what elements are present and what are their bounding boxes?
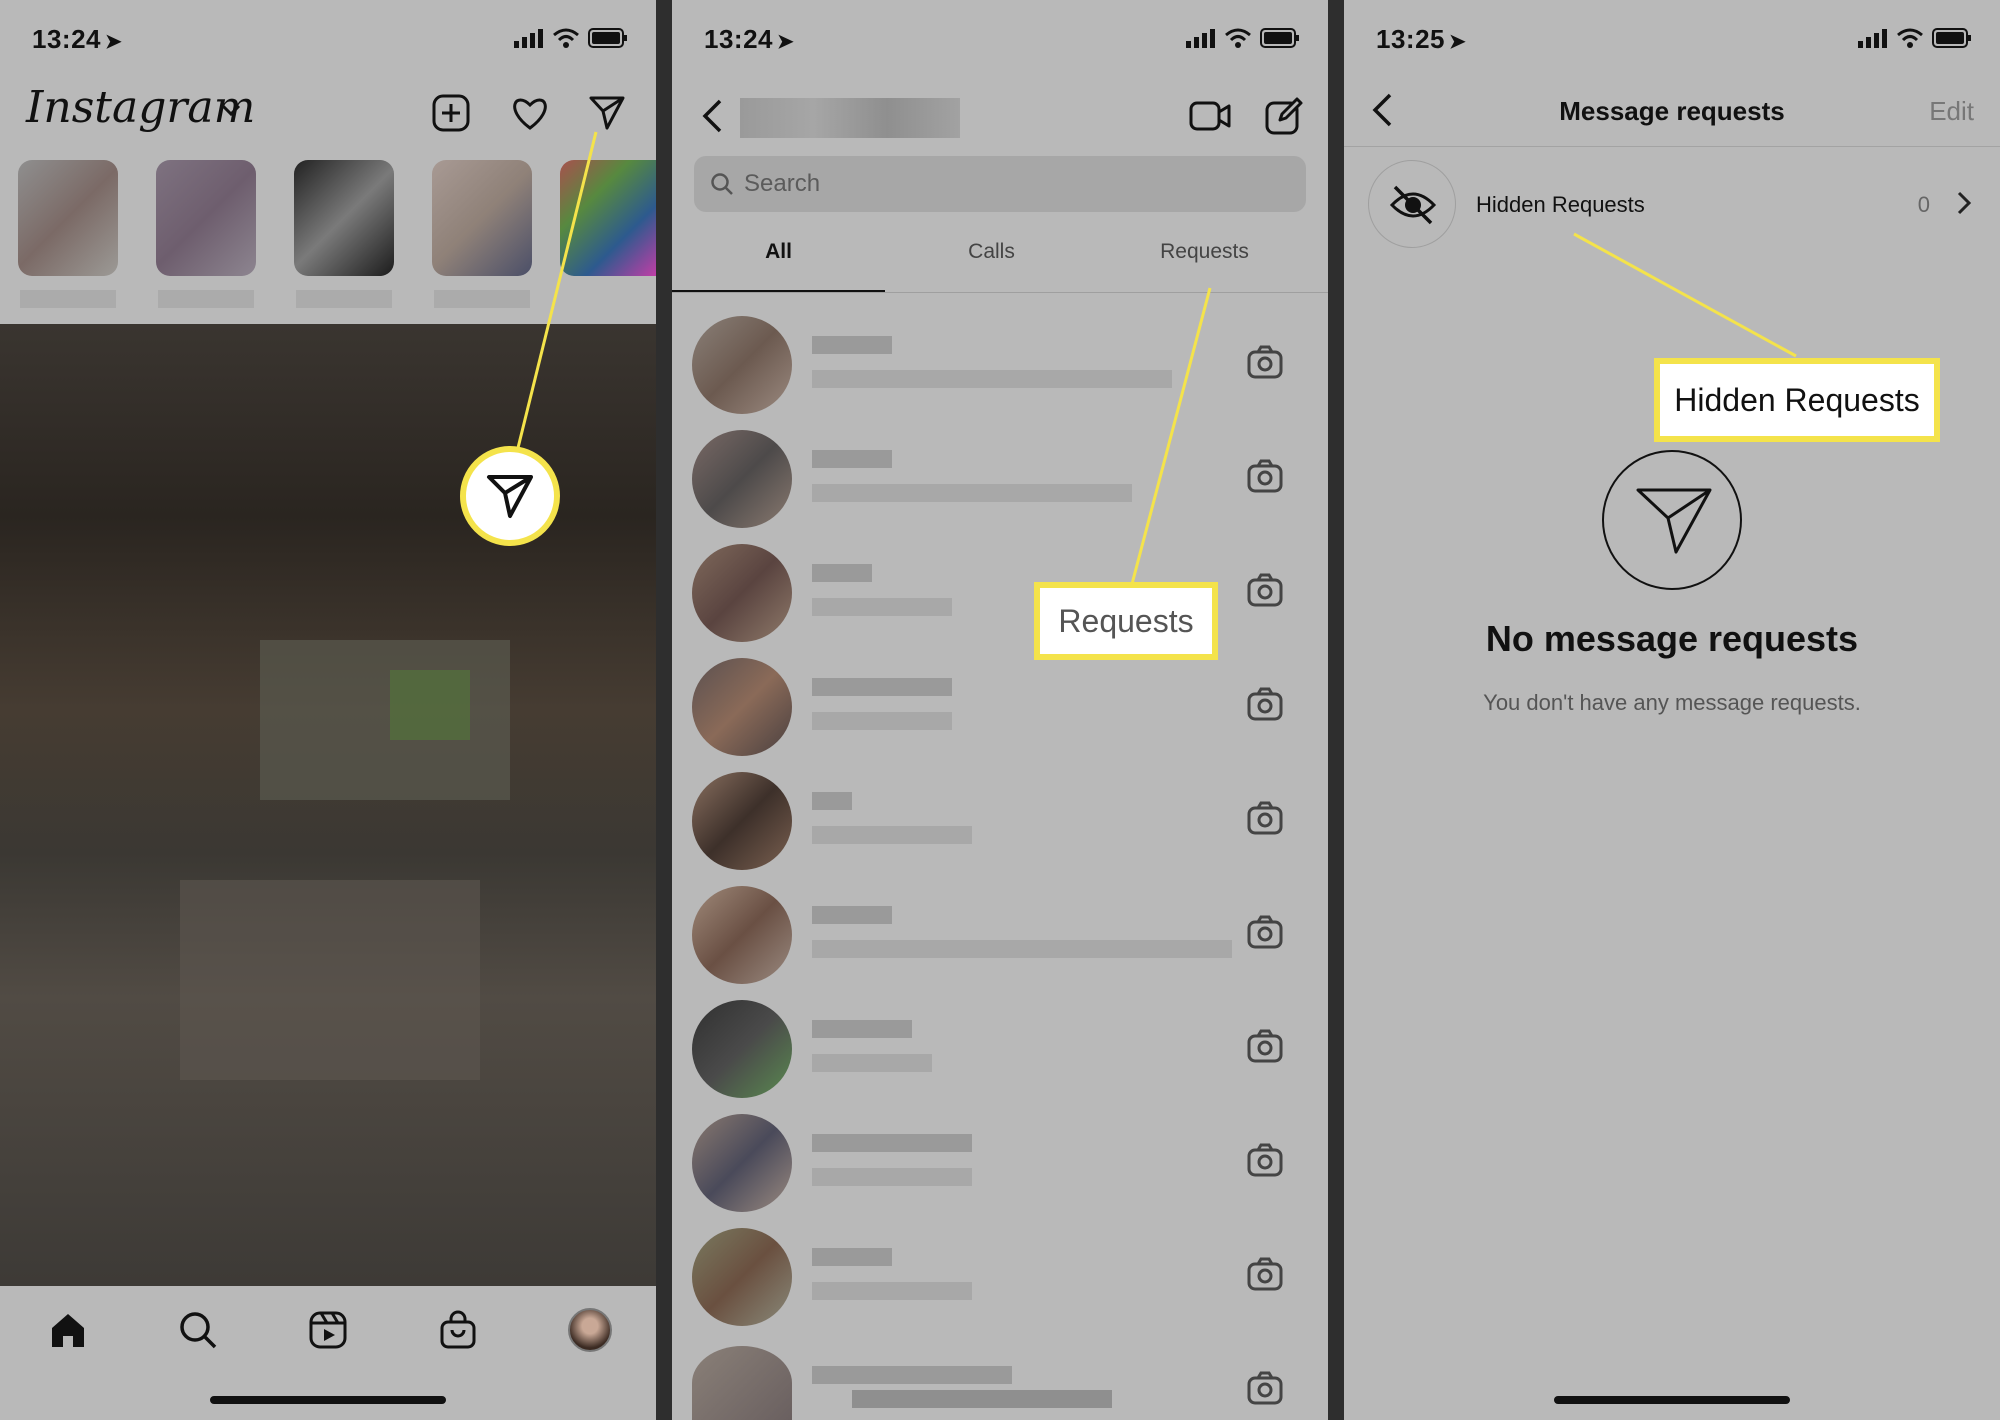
instagram-home-screen: 13:24 ➤ Instagram xyxy=(0,0,656,1420)
feed-post-detail xyxy=(260,640,510,800)
avatar xyxy=(692,886,792,984)
direct-callout-circle[interactable] xyxy=(460,446,560,546)
camera-icon[interactable] xyxy=(1246,1142,1284,1178)
callout-line xyxy=(513,131,598,461)
list-item[interactable] xyxy=(692,656,1308,756)
search-icon[interactable] xyxy=(178,1310,218,1350)
feed-post-detail xyxy=(180,880,480,1080)
reels-icon[interactable] xyxy=(308,1310,348,1350)
avatar xyxy=(692,1228,792,1326)
camera-icon[interactable] xyxy=(1246,1028,1284,1064)
avatar xyxy=(692,658,792,756)
preview-blurred xyxy=(812,1168,972,1186)
shop-icon[interactable] xyxy=(438,1310,478,1350)
name-blurred xyxy=(812,1366,1012,1384)
preview-blurred xyxy=(812,712,952,730)
preview-blurred xyxy=(812,1054,932,1072)
list-item[interactable] xyxy=(692,884,1308,984)
list-item[interactable] xyxy=(692,998,1308,1098)
callout-line xyxy=(1573,232,1797,358)
avatar xyxy=(692,1000,792,1098)
hidden-requests-callout: Hidden Requests xyxy=(1654,358,1940,442)
list-item[interactable] xyxy=(692,1340,1308,1420)
callout-line xyxy=(1130,287,1212,585)
avatar xyxy=(692,772,792,870)
name-blurred xyxy=(812,1248,892,1266)
preview-blurred xyxy=(812,940,1232,958)
camera-icon[interactable] xyxy=(1246,1370,1284,1406)
requests-callout: Requests xyxy=(1034,582,1218,660)
list-item[interactable] xyxy=(692,1112,1308,1212)
name-blurred xyxy=(812,792,852,810)
feed-post-detail xyxy=(390,670,470,740)
profile-avatar[interactable] xyxy=(568,1308,612,1352)
name-blurred xyxy=(812,678,952,696)
preview-blurred xyxy=(812,1282,972,1300)
avatar xyxy=(692,1346,792,1420)
preview-blurred xyxy=(812,826,972,844)
camera-icon[interactable] xyxy=(1246,686,1284,722)
name-blurred xyxy=(812,1134,972,1152)
preview-blurred xyxy=(852,1390,1112,1408)
empty-state-title: No message requests xyxy=(1485,618,1859,659)
camera-icon[interactable] xyxy=(1246,800,1284,836)
home-indicator xyxy=(210,1396,446,1404)
paper-plane-icon xyxy=(1636,488,1712,554)
camera-icon[interactable] xyxy=(1246,914,1284,950)
list-item[interactable] xyxy=(692,770,1308,870)
name-blurred xyxy=(812,906,892,924)
paper-plane-icon xyxy=(487,475,533,518)
empty-state-icon-circle xyxy=(1602,450,1742,590)
home-icon[interactable] xyxy=(48,1310,88,1350)
name-blurred xyxy=(812,1020,912,1038)
avatar xyxy=(692,1114,792,1212)
camera-icon[interactable] xyxy=(1246,1256,1284,1292)
empty-state-subtitle: You don't have any message requests. xyxy=(1483,690,1861,715)
direct-messages-screen: 13:24 ➤ Search All Calls Requests Request… xyxy=(672,0,1328,1420)
message-requests-screen: 13:25 ➤ Message requests Edit Hidden Requ… xyxy=(1344,0,2000,1420)
home-indicator xyxy=(1554,1396,1790,1404)
list-item[interactable] xyxy=(692,1226,1308,1326)
